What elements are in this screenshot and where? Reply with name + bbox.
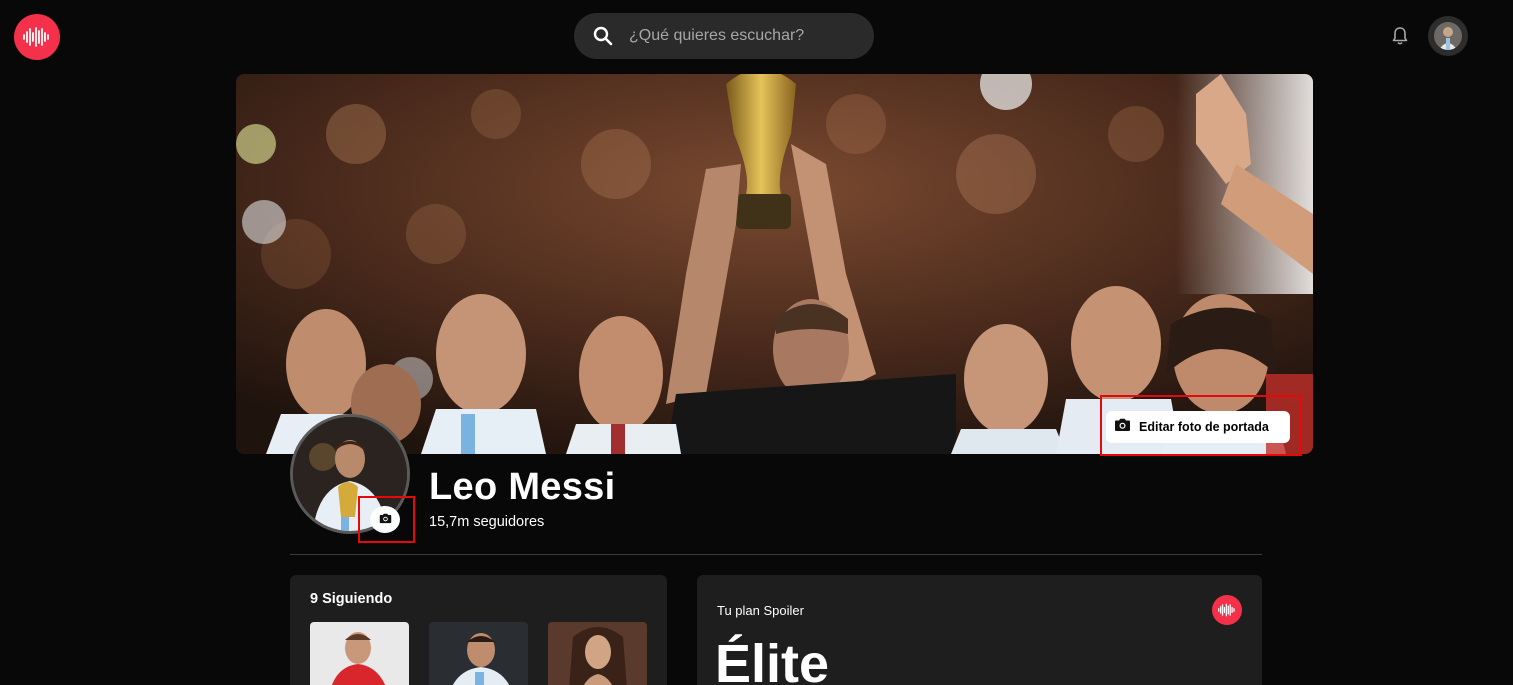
sound-wave-icon — [1218, 603, 1235, 617]
search-input[interactable] — [629, 27, 859, 45]
following-item-3[interactable] — [548, 622, 647, 685]
bell-icon[interactable] — [1390, 25, 1410, 47]
following-item-2[interactable] — [429, 622, 528, 685]
edit-cover-button[interactable]: Editar foto de portada — [1106, 411, 1290, 443]
followers-count[interactable]: 15,7m seguidores — [429, 514, 544, 530]
camera-icon — [379, 511, 392, 529]
following-card: 9 Siguiendo 23 — [290, 575, 667, 685]
section-divider — [290, 554, 1262, 555]
following-title[interactable]: 9 Siguiendo — [310, 591, 392, 607]
sound-wave-icon — [23, 27, 49, 47]
following-item-1[interactable]: 23 — [310, 622, 409, 685]
plan-card: Tu plan Spoiler Élite — [697, 575, 1262, 685]
plan-label: Tu plan Spoiler — [717, 603, 804, 618]
profile-name: Leo Messi — [429, 466, 616, 508]
edit-profile-photo-button[interactable] — [370, 506, 400, 533]
camera-icon — [1114, 418, 1131, 437]
app-logo[interactable] — [14, 14, 60, 60]
user-avatar-photo — [1434, 22, 1462, 50]
search-bar[interactable] — [574, 13, 874, 59]
plan-logo — [1212, 595, 1242, 625]
user-avatar[interactable] — [1428, 16, 1468, 56]
edit-cover-label: Editar foto de portada — [1139, 420, 1269, 434]
search-icon — [591, 24, 615, 48]
plan-name: Élite — [715, 634, 830, 685]
